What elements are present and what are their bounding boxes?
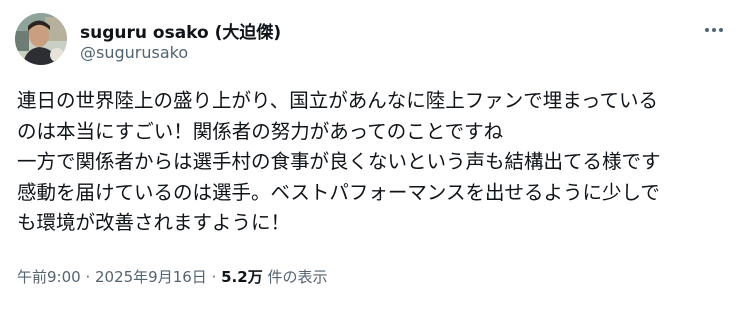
meta-separator: · <box>80 268 95 286</box>
more-horizontal-icon <box>705 28 723 32</box>
post-date[interactable]: 2025年9月16日 <box>95 268 207 286</box>
post-text-line: も環境が改善されますように！ <box>17 211 291 235</box>
post-text-line: 連日の世界陸上の盛り上がり、国立があんなに陸上ファンで埋まっている <box>17 89 658 112</box>
post-text-line: のは本当にすごい！関係者の努力があってのことですね <box>17 119 504 143</box>
post-card: suguru osako (大迫傑) @sugurusako 連日の世界陸上の盛… <box>0 0 738 318</box>
avatar[interactable] <box>15 13 67 65</box>
post-text-line: 感動を届けているのは選手。ベストパフォーマンスを出せるように少しで <box>17 180 660 204</box>
views-label: 件の表示 <box>262 268 328 286</box>
avatar-image <box>15 13 67 65</box>
post-text-line: 一方で関係者からは選手村の食事が良くないという声も結構出てる様です <box>17 150 661 174</box>
meta-separator: · <box>206 268 222 286</box>
post-meta: 午前9:00 · 2025年9月16日 · 5.2万 件の表示 <box>17 266 327 287</box>
post-text: 連日の世界陸上の盛り上がり、国立があんなに陸上ファンで埋まっている のは本当にす… <box>17 86 729 239</box>
more-options-button[interactable] <box>698 14 730 46</box>
post-time[interactable]: 午前9:00 <box>17 268 81 286</box>
author-display-name[interactable]: suguru osako (大迫傑) <box>80 18 281 43</box>
views-count: 5.2万 <box>221 268 263 286</box>
author-handle[interactable]: @sugurusako <box>80 43 188 62</box>
